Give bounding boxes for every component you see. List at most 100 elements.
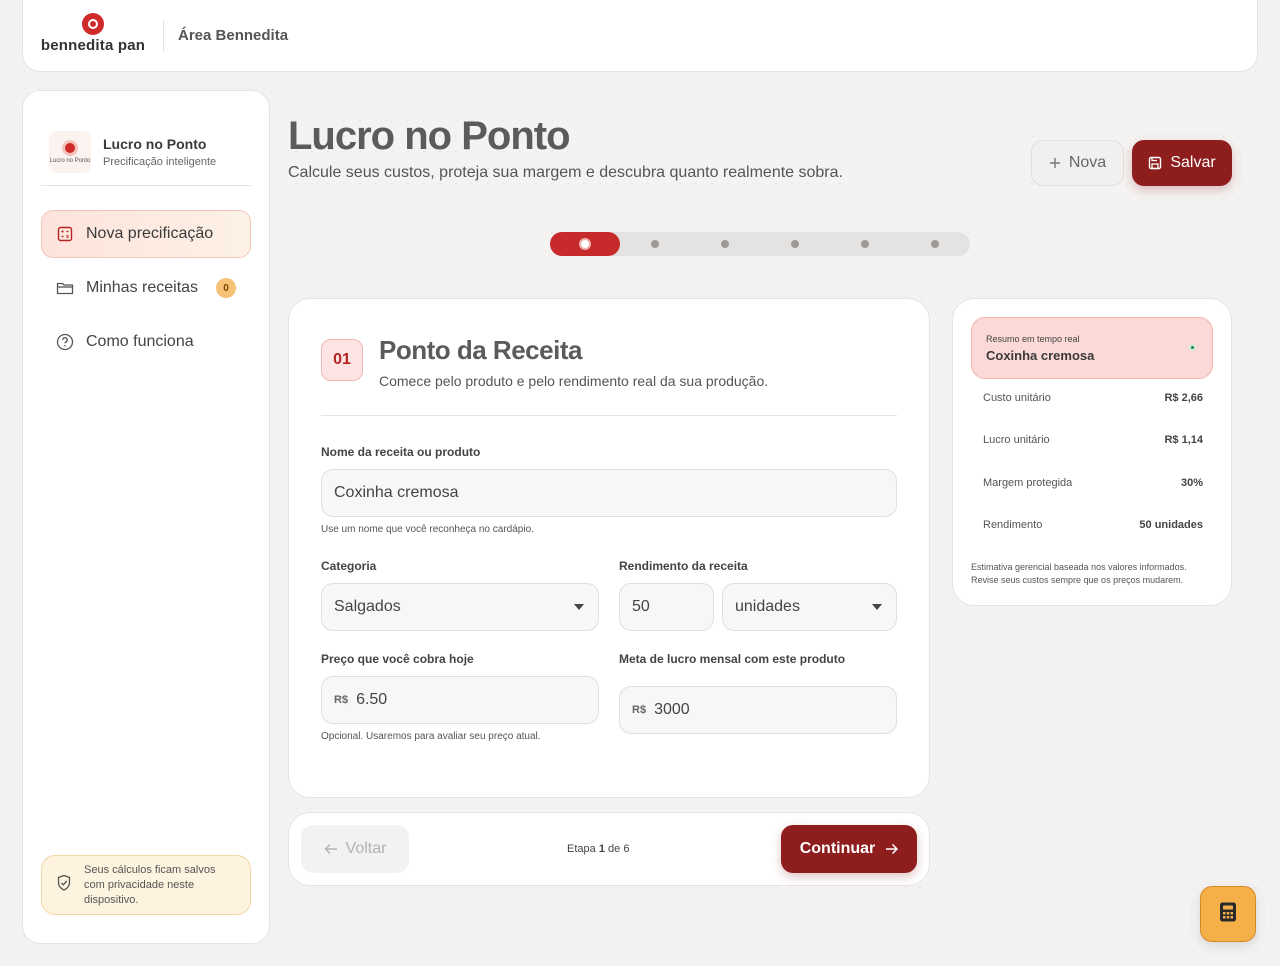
step-dot-3[interactable] bbox=[721, 240, 729, 248]
category-select[interactable]: Salgados bbox=[321, 583, 599, 631]
summary-value: R$ 2,66 bbox=[1164, 392, 1203, 404]
help-circle-icon bbox=[56, 333, 74, 351]
step-number-badge: 01 bbox=[321, 339, 363, 381]
page-title: Lucro no Ponto bbox=[288, 114, 571, 158]
summary-label: Custo unitário bbox=[983, 392, 1051, 404]
back-button[interactable]: Voltar bbox=[301, 825, 409, 873]
chevron-down-icon bbox=[872, 604, 882, 610]
calculator-fab[interactable] bbox=[1200, 886, 1256, 942]
new-button-label: Nova bbox=[1068, 154, 1107, 171]
summary-note: Estimativa gerencial baseada nos valores… bbox=[971, 562, 1187, 585]
summary-label: Rendimento bbox=[983, 519, 1043, 531]
logo-text: Lucro no Ponto bbox=[49, 158, 91, 164]
topbar-divider bbox=[163, 19, 164, 52]
summary-row: Rendimento 50 unidades bbox=[983, 519, 1203, 531]
price-input[interactable]: R$ 6.50 bbox=[321, 676, 599, 724]
form-title: Ponto da Receita bbox=[379, 335, 582, 365]
recipe-name-input[interactable]: Coxinha cremosa bbox=[321, 469, 897, 517]
area-title: Área Bennedita bbox=[178, 27, 289, 44]
yield-unit-select[interactable]: unidades bbox=[722, 583, 897, 631]
currency-prefix: R$ bbox=[632, 704, 647, 716]
recipe-name-value: Coxinha cremosa bbox=[334, 484, 459, 501]
step-prefix: Etapa bbox=[567, 843, 596, 855]
yield-label: Rendimento da receita bbox=[619, 559, 748, 573]
profit-goal-input[interactable]: R$ 3000 bbox=[619, 686, 897, 734]
step-total: 6 bbox=[623, 843, 630, 855]
price-label: Preço que você cobra hoje bbox=[321, 652, 474, 666]
brand-logo[interactable]: bennedita pan bbox=[23, 0, 163, 72]
live-status-icon bbox=[1189, 344, 1196, 351]
sidebar-item-label: Nova precificação bbox=[86, 225, 214, 242]
sidebar-item-nova-precificacao[interactable]: Nova precificação bbox=[41, 210, 251, 258]
profit-goal-value: 3000 bbox=[654, 701, 690, 718]
sidebar-item-minhas-receitas[interactable]: Minhas receitas 0 bbox=[41, 264, 251, 312]
yield-input[interactable]: 50 bbox=[619, 583, 714, 631]
shield-check-icon bbox=[56, 874, 72, 897]
plus-icon bbox=[1049, 157, 1061, 169]
summary-row: Margem protegida 30% bbox=[983, 477, 1203, 489]
save-icon bbox=[1148, 156, 1162, 170]
app-title: Lucro no Ponto bbox=[103, 136, 207, 152]
summary-value: R$ 1,14 bbox=[1164, 434, 1203, 446]
sidebar-nav: Nova precificação Minhas receitas 0 Como… bbox=[41, 210, 251, 372]
summary-value: 50 unidades bbox=[1139, 519, 1203, 531]
sidebar: Lucro no Ponto Lucro no Ponto Precificaç… bbox=[22, 90, 270, 944]
step-dot-5[interactable] bbox=[861, 240, 869, 248]
category-label: Categoria bbox=[321, 559, 377, 573]
price-hint: Opcional. Usaremos para avaliar seu preç… bbox=[321, 731, 541, 742]
price-value: 6.50 bbox=[356, 691, 388, 708]
step-current: 1 bbox=[598, 843, 605, 855]
summary-label: Lucro unitário bbox=[983, 434, 1050, 446]
brand-mark-icon bbox=[82, 13, 104, 35]
sidebar-header: Lucro no Ponto Lucro no Ponto Precificaç… bbox=[23, 91, 269, 185]
yield-unit-value: unidades bbox=[735, 598, 800, 615]
privacy-text: Seus cálculos ficam salvos com privacida… bbox=[84, 863, 216, 906]
continue-button[interactable]: Continuar bbox=[781, 825, 917, 873]
yield-value: 50 bbox=[632, 598, 650, 615]
back-button-label: Voltar bbox=[345, 840, 387, 857]
summary-card: Resumo em tempo real Coxinha cremosa Cus… bbox=[952, 298, 1232, 606]
sidebar-divider bbox=[41, 185, 251, 186]
profit-goal-label: Meta de lucro mensal com este produto bbox=[619, 652, 846, 666]
step-separator: de bbox=[608, 843, 621, 855]
step-progress bbox=[550, 232, 970, 256]
step-dot-6[interactable] bbox=[931, 240, 939, 248]
summary-header: Resumo em tempo real Coxinha cremosa bbox=[971, 317, 1213, 379]
form-subtitle: Comece pelo produto e pelo rendimento re… bbox=[379, 373, 769, 389]
step-navigation: Voltar Etapa 1 de 6 Continuar bbox=[288, 812, 930, 886]
category-value: Salgados bbox=[334, 598, 401, 615]
sidebar-item-label: Minhas receitas bbox=[86, 279, 199, 296]
summary-value: 30% bbox=[1180, 477, 1203, 489]
step-dot-2[interactable] bbox=[651, 240, 659, 248]
currency-prefix: R$ bbox=[334, 694, 349, 706]
calculator-icon bbox=[56, 225, 74, 243]
save-button-label: Salvar bbox=[1170, 154, 1216, 171]
arrow-right-icon bbox=[885, 843, 899, 855]
app-subtitle: Precificação inteligente bbox=[103, 156, 217, 168]
sidebar-item-como-funciona[interactable]: Como funciona bbox=[41, 318, 251, 366]
recipe-name-label: Nome da receita ou produto bbox=[321, 445, 481, 459]
logo-mark-icon bbox=[62, 140, 78, 156]
app-logo: Lucro no Ponto bbox=[49, 131, 91, 173]
count-badge: 0 bbox=[216, 278, 237, 298]
save-button[interactable]: Salvar bbox=[1132, 140, 1232, 186]
page-subtitle: Calcule seus custos, proteja sua margem … bbox=[288, 164, 843, 181]
form-divider bbox=[321, 415, 897, 416]
summary-label: Margem protegida bbox=[983, 477, 1073, 489]
chevron-down-icon bbox=[574, 604, 584, 610]
step-dot-1[interactable] bbox=[579, 238, 591, 250]
calculator-icon bbox=[1218, 901, 1238, 928]
top-bar: bennedita pan Área Bennedita bbox=[22, 0, 1258, 72]
recipe-form-card: 01 Ponto da Receita Comece pelo produto … bbox=[288, 298, 930, 798]
brand-wordmark: bennedita pan bbox=[40, 37, 146, 54]
privacy-note: Seus cálculos ficam salvos com privacida… bbox=[41, 855, 251, 915]
arrow-left-icon bbox=[324, 843, 338, 855]
recipe-name-hint: Use um nome que você reconheça no cardáp… bbox=[321, 524, 534, 535]
step-dot-4[interactable] bbox=[791, 240, 799, 248]
step-indicator: Etapa 1 de 6 bbox=[567, 843, 629, 855]
summary-row: Custo unitário R$ 2,66 bbox=[983, 392, 1203, 404]
folder-icon bbox=[56, 279, 74, 297]
summary-caption: Resumo em tempo real bbox=[986, 334, 1080, 344]
new-button[interactable]: Nova bbox=[1031, 140, 1124, 186]
continue-button-label: Continuar bbox=[799, 840, 876, 857]
